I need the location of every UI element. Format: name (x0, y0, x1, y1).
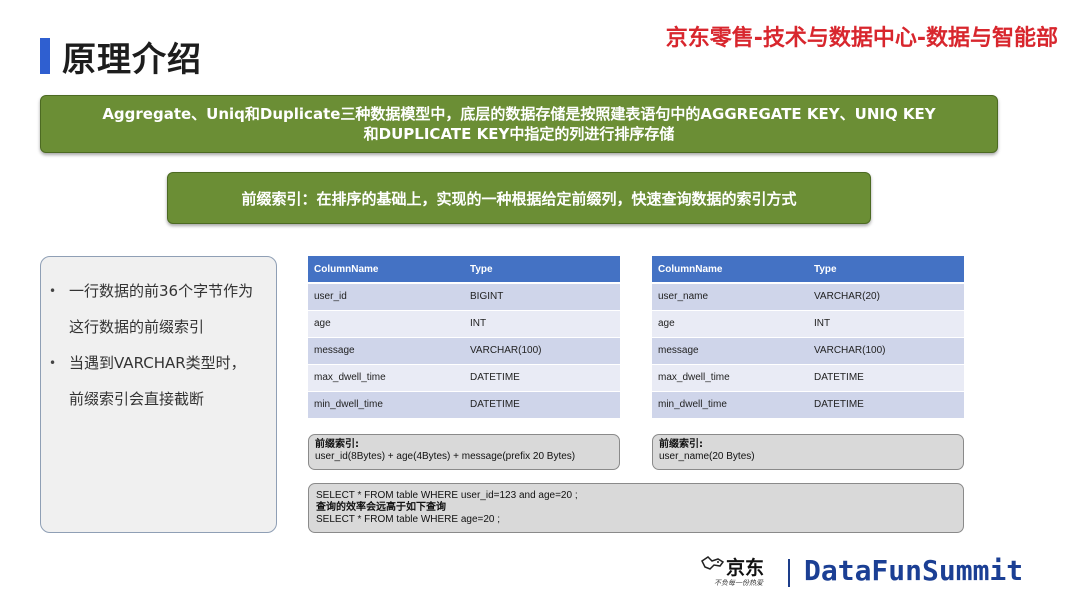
prefix-index-label: 前缀索引: (315, 439, 359, 450)
note-item: 这行数据的前缀索引 (69, 318, 205, 336)
title-accent-bar (40, 38, 50, 74)
cell-type: INT (808, 310, 964, 338)
table-row: max_dwell_time DATETIME (652, 364, 964, 392)
cell-type: VARCHAR(100) (464, 337, 620, 365)
data-model-banner: Aggregate、Uniq和Duplicate三种数据模型中，底层的数据存储是… (40, 95, 998, 153)
banner-line-1: Aggregate、Uniq和Duplicate三种数据模型中，底层的数据存储是… (102, 105, 936, 123)
schema-table-left: ColumnName Type user_id BIGINT age INT m… (308, 256, 620, 419)
prefix-index-banner: 前缀索引：在排序的基础上，实现的一种根据给定前缀列，快速查询数据的索引方式 (167, 172, 871, 224)
banner-line-2: 和DUPLICATE KEY中指定的列进行排序存储 (363, 125, 675, 143)
cell-column-name: user_id (308, 283, 464, 311)
table-row: user_id BIGINT (308, 283, 620, 311)
prefix-index-label: 前缀索引: (659, 439, 703, 450)
cell-column-name: age (652, 310, 808, 338)
column-header: ColumnName (652, 256, 808, 284)
note-item: • 当遇到VARCHAR类型时， (49, 345, 266, 381)
query-comparison-note: 查询的效率会远高于如下查询 (316, 502, 446, 513)
table-row: max_dwell_time DATETIME (308, 364, 620, 392)
jd-logo: 京东 不负每一份热爱 (700, 553, 780, 593)
cell-type: VARCHAR(20) (808, 283, 964, 311)
cell-column-name: age (308, 310, 464, 338)
table-row: age INT (308, 310, 620, 338)
table-row: user_name VARCHAR(20) (652, 283, 964, 311)
column-header: Type (808, 256, 964, 284)
query-example-box: SELECT * FROM table WHERE user_id=123 an… (308, 483, 964, 533)
column-header: ColumnName (308, 256, 464, 284)
prefix-index-value: user_id(8Bytes) + age(4Bytes) + message(… (315, 451, 576, 462)
table-row: age INT (652, 310, 964, 338)
cell-type: DATETIME (464, 391, 620, 419)
table-header-row: ColumnName Type (308, 256, 620, 284)
prefix-index-box-right: 前缀索引: user_name(20 Bytes) (652, 434, 964, 470)
cell-type: BIGINT (464, 283, 620, 311)
bullet-icon: • (49, 356, 57, 370)
note-item: 前缀索引会直接截断 (69, 390, 205, 408)
notes-list: • 一行数据的前36个字节作为 这行数据的前缀索引 • 当遇到VARCHAR类型时，… (49, 273, 266, 417)
jd-slogan: 不负每一份热爱 (714, 579, 763, 587)
cell-type: VARCHAR(100) (808, 337, 964, 365)
jd-logo-text: 京东 (726, 557, 765, 579)
cell-column-name: max_dwell_time (308, 364, 464, 392)
query-line-slow: SELECT * FROM table WHERE age=20 ; (316, 514, 501, 525)
table-header-row: ColumnName Type (652, 256, 964, 284)
table-row: min_dwell_time DATETIME (652, 391, 964, 419)
cell-column-name: message (308, 337, 464, 365)
column-header: Type (464, 256, 620, 284)
table-row: min_dwell_time DATETIME (308, 391, 620, 419)
table-row: message VARCHAR(100) (652, 337, 964, 365)
cell-type: DATETIME (808, 391, 964, 419)
cell-type: DATETIME (808, 364, 964, 392)
note-item: • 一行数据的前36个字节作为 (49, 273, 266, 309)
org-label: 京东零售-技术与数据中心-数据与智能部 (665, 26, 1058, 51)
cell-column-name: max_dwell_time (652, 364, 808, 392)
cell-column-name: min_dwell_time (652, 391, 808, 419)
jd-dog-icon (701, 556, 725, 570)
table-row: message VARCHAR(100) (308, 337, 620, 365)
page-title: 原理介绍 (62, 40, 202, 80)
cell-column-name: min_dwell_time (308, 391, 464, 419)
footer-divider (788, 559, 790, 587)
cell-column-name: user_name (652, 283, 808, 311)
notes-box: • 一行数据的前36个字节作为 这行数据的前缀索引 • 当遇到VARCHAR类型时，… (40, 256, 277, 533)
prefix-index-box-left: 前缀索引: user_id(8Bytes) + age(4Bytes) + me… (308, 434, 620, 470)
query-line-fast: SELECT * FROM table WHERE user_id=123 an… (316, 490, 578, 501)
cell-type: DATETIME (464, 364, 620, 392)
datafun-brand-logo: DataFunSummit (804, 554, 1024, 587)
bullet-icon: • (49, 284, 57, 298)
cell-type: INT (464, 310, 620, 338)
prefix-index-value: user_name(20 Bytes) (659, 451, 755, 462)
cell-column-name: message (652, 337, 808, 365)
schema-table-right: ColumnName Type user_name VARCHAR(20) ag… (652, 256, 964, 419)
